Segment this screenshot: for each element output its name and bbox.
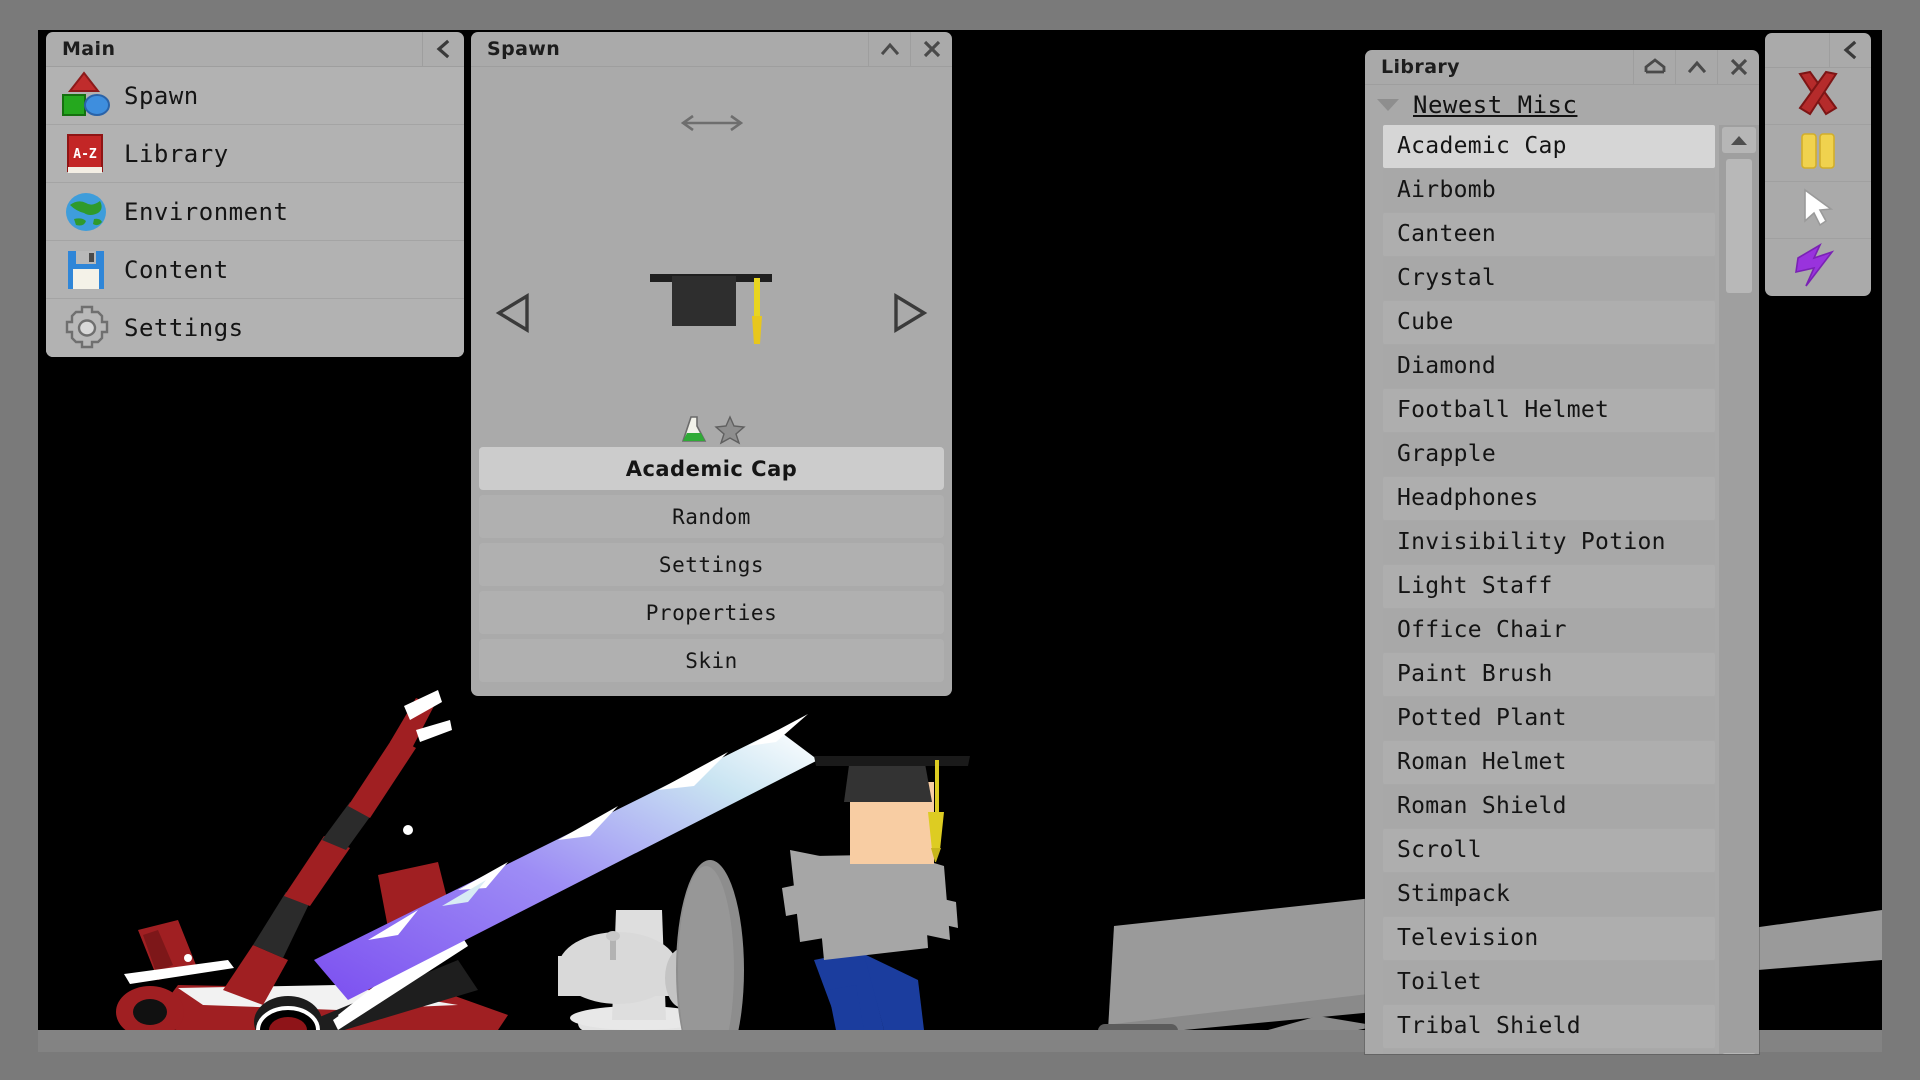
tool-panel [1765, 33, 1871, 296]
library-list-item[interactable]: Crystal [1383, 257, 1715, 300]
sidebar-item-label: Library [124, 139, 229, 168]
pause-tool-button[interactable] [1765, 125, 1871, 182]
chevron-up-icon[interactable] [1675, 50, 1717, 84]
chevron-up-icon[interactable] [868, 32, 910, 66]
flask-icon [678, 414, 710, 450]
main-panel-title: Main [62, 38, 116, 60]
main-panel-titlebar[interactable]: Main [46, 32, 464, 67]
library-list-item[interactable]: Football Helmet [1383, 389, 1715, 432]
spawn-random-button[interactable]: Random [479, 495, 944, 538]
select-tool-button[interactable] [1765, 182, 1871, 239]
library-list-item[interactable]: Stimpack [1383, 873, 1715, 916]
sidebar-item-spawn[interactable]: Spawn [46, 67, 464, 125]
scroll-up-arrow[interactable] [1722, 127, 1756, 153]
purple-lightning-icon [1792, 242, 1844, 294]
globe-icon [60, 187, 114, 237]
spawn-panel-titlebar[interactable]: Spawn [471, 32, 952, 67]
cursor-icon [1795, 185, 1841, 235]
library-list-item[interactable]: Academic Cap [1383, 125, 1715, 168]
library-list-item[interactable]: Headphones [1383, 477, 1715, 520]
sidebar-item-label: Spawn [124, 81, 199, 110]
spawn-button-list: Academic Cap Random Settings Properties … [471, 447, 952, 696]
star-icon [713, 414, 746, 450]
caret-down-icon[interactable] [1377, 99, 1399, 111]
chevron-left-icon[interactable] [1829, 33, 1871, 67]
svg-text:A-Z: A-Z [73, 147, 97, 162]
library-list-item[interactable]: Roman Shield [1383, 785, 1715, 828]
library-scrollbar[interactable] [1719, 125, 1759, 1054]
close-icon[interactable] [910, 32, 952, 66]
tool-panel-titlebar[interactable] [1765, 33, 1871, 68]
library-list-item[interactable]: Void Staff [1383, 1049, 1715, 1054]
app-root: Main Spawn A-Z Library Environment Conte… [0, 0, 1920, 1080]
library-list-item[interactable]: Tribal Shield [1383, 1005, 1715, 1048]
fan-object [558, 860, 744, 1052]
sidebar-item-settings[interactable]: Settings [46, 299, 464, 357]
spawn-current-object-button[interactable]: Academic Cap [479, 447, 944, 490]
library-list-item[interactable]: Paint Brush [1383, 653, 1715, 696]
resize-horizontal-icon[interactable] [680, 112, 743, 138]
spawn-panel-title: Spawn [487, 38, 561, 60]
spawn-settings-button[interactable]: Settings [479, 543, 944, 586]
library-list-item[interactable]: Grapple [1383, 433, 1715, 476]
sidebar-item-label: Settings [124, 314, 244, 342]
library-scrollbar-thumb[interactable] [1726, 159, 1752, 293]
library-list-item[interactable]: Canteen [1383, 213, 1715, 256]
red-x-icon [1792, 70, 1844, 122]
library-list-item[interactable]: Scroll [1383, 829, 1715, 872]
library-list-item[interactable]: Invisibility Potion [1383, 521, 1715, 564]
gear-icon [60, 303, 114, 353]
library-list-item[interactable]: Light Staff [1383, 565, 1715, 608]
home-icon[interactable] [1633, 50, 1675, 84]
library-category-header[interactable]: Newest Misc [1365, 85, 1759, 125]
sidebar-item-content[interactable]: Content [46, 241, 464, 299]
library-category-label: Newest Misc [1413, 91, 1578, 119]
spawn-skin-button[interactable]: Skin [479, 639, 944, 682]
library-list-wrapper: Academic Cap Airbomb Canteen Crystal Cube Dia… [1365, 125, 1759, 1054]
library-list-item[interactable]: Airbomb [1383, 169, 1715, 212]
close-icon[interactable] [1717, 50, 1759, 84]
library-list-item[interactable]: Cube [1383, 301, 1715, 344]
sidebar-item-label: Environment [124, 197, 289, 226]
spawn-properties-button[interactable]: Properties [479, 591, 944, 634]
scroll-down-arrow[interactable] [1722, 1053, 1756, 1054]
library-list-item[interactable]: Diamond [1383, 345, 1715, 388]
spawn-tags [678, 414, 746, 450]
sidebar-item-environment[interactable]: Environment [46, 183, 464, 241]
library-panel: Library Newest Misc Academic Cap Airbomb C… [1365, 50, 1759, 1054]
main-panel: Main Spawn A-Z Library Environment Conte… [46, 32, 464, 357]
triangle-right-icon[interactable] [892, 292, 928, 338]
triangle-left-icon[interactable] [495, 292, 531, 338]
library-list-item[interactable]: Office Chair [1383, 609, 1715, 652]
delete-tool-button[interactable] [1765, 68, 1871, 125]
pause-icon [1795, 129, 1841, 177]
library-list-item[interactable]: Toilet [1383, 961, 1715, 1004]
library-list-item[interactable]: Television [1383, 917, 1715, 960]
library-list-item[interactable]: Potted Plant [1383, 697, 1715, 740]
spawn-preview-area[interactable] [471, 67, 952, 447]
spawn-panel: Spawn Academic Cap Random Settings Prope… [471, 32, 952, 696]
book-az-icon: A-Z [60, 129, 114, 179]
library-panel-title: Library [1381, 56, 1460, 78]
shapes-icon [60, 70, 114, 121]
chevron-left-icon[interactable] [422, 32, 464, 66]
sidebar-item-library[interactable]: A-Z Library [46, 125, 464, 183]
floppy-disk-icon [60, 245, 114, 295]
library-panel-titlebar[interactable]: Library [1365, 50, 1759, 85]
library-list-item[interactable]: Roman Helmet [1383, 741, 1715, 784]
sidebar-item-label: Content [124, 255, 229, 284]
lightning-tool-button[interactable] [1765, 239, 1871, 296]
library-list[interactable]: Academic Cap Airbomb Canteen Crystal Cube Dia… [1365, 125, 1719, 1054]
academic-cap-preview [632, 252, 792, 366]
character-object [782, 756, 970, 1030]
